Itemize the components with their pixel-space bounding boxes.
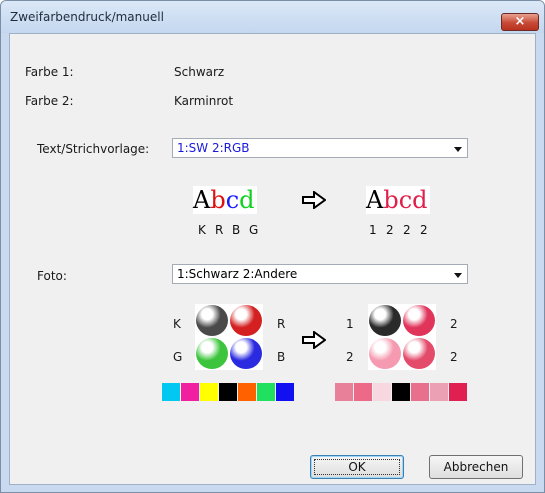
color-swatch — [373, 383, 391, 401]
color-code: B — [232, 223, 241, 237]
color-strip-after — [335, 383, 468, 401]
apple-label-g: G — [173, 350, 183, 364]
text-sample-after: Abcd — [366, 186, 430, 214]
apple-sphere — [230, 338, 262, 369]
focus-indicator — [314, 459, 400, 475]
color-swatch — [354, 383, 372, 401]
photo-mode-select-value: 1:Schwarz 2:Andere — [177, 267, 298, 281]
color-codes-after: 1222 — [369, 223, 437, 237]
color-swatch — [276, 383, 294, 401]
text-mode-select-value: 1:SW 2:RGB — [177, 141, 250, 155]
cancel-button[interactable]: Abbrechen — [429, 455, 523, 479]
color-code: R — [215, 223, 224, 237]
apple-label-2a: 2 — [450, 317, 458, 331]
apple-photo-after — [368, 304, 436, 370]
color-swatch — [162, 383, 180, 401]
text-mode-label: Text/Strichvorlage: — [37, 142, 150, 156]
color-swatch — [335, 383, 353, 401]
color-swatch — [238, 383, 256, 401]
color-code: 2 — [386, 223, 394, 237]
photo-mode-label: Foto: — [37, 269, 67, 283]
color-code: G — [249, 223, 259, 237]
color-swatch — [392, 383, 410, 401]
color-code: 1 — [369, 223, 377, 237]
color-swatch — [257, 383, 275, 401]
apple-sphere — [230, 305, 262, 336]
sample-letter: d — [412, 186, 428, 214]
farbe1-label: Farbe 1: — [25, 65, 74, 79]
color-codes-before: KRBG — [198, 223, 266, 237]
color-code: 2 — [403, 223, 411, 237]
color-code: K — [198, 223, 206, 237]
apple-sphere — [369, 305, 401, 336]
color-swatch — [411, 383, 429, 401]
sample-letters-after: Abcd — [366, 186, 428, 214]
apple-label-2b: 2 — [346, 350, 354, 364]
color-swatch — [430, 383, 448, 401]
color-strip-before — [162, 383, 295, 401]
dialog-window: Zweifarbendruck/manuell × Farbe 1: Schwa… — [0, 0, 545, 493]
sample-letter: b — [210, 186, 226, 214]
sample-letter: c — [398, 186, 413, 214]
cancel-button-label[interactable]: Abbrechen — [444, 460, 509, 474]
ok-button[interactable]: OK — [310, 455, 404, 479]
color-code: 2 — [420, 223, 428, 237]
farbe2-label: Farbe 2: — [25, 94, 74, 108]
sample-letter: d — [239, 186, 255, 214]
sample-letter: A — [193, 186, 211, 214]
sample-letter: b — [383, 186, 399, 214]
text-mode-select[interactable]: 1:SW 2:RGB — [172, 138, 468, 158]
dialog-client-area: Farbe 1: Schwarz Farbe 2: Karminrot Text… — [9, 33, 536, 485]
sample-letter: A — [366, 186, 384, 214]
apple-photo-before — [195, 304, 263, 370]
apple-sphere — [369, 338, 401, 369]
apple-sphere — [196, 305, 228, 336]
right-arrow-icon — [302, 191, 326, 209]
color-swatch — [219, 383, 237, 401]
color-swatch — [181, 383, 199, 401]
sample-letters-before: Abcd — [193, 186, 255, 214]
chevron-down-icon[interactable] — [454, 273, 462, 278]
sample-letter: c — [225, 186, 240, 214]
color-swatch — [449, 383, 467, 401]
close-button[interactable]: × — [501, 13, 539, 31]
apple-label-r: R — [277, 317, 286, 331]
right-arrow-icon — [302, 331, 326, 349]
title-bar: Zweifarbendruck/manuell × — [1, 1, 544, 33]
color-swatch — [200, 383, 218, 401]
apple-sphere — [196, 338, 228, 369]
apple-label-k: K — [173, 317, 181, 331]
apple-label-1: 1 — [346, 317, 354, 331]
window-title: Zweifarbendruck/manuell — [10, 10, 164, 24]
farbe1-value: Schwarz — [174, 65, 225, 79]
apple-label-b: B — [277, 350, 286, 364]
apple-sphere — [403, 305, 435, 336]
apple-sphere — [403, 338, 435, 369]
chevron-down-icon[interactable] — [454, 147, 462, 152]
apple-label-2c: 2 — [450, 350, 458, 364]
farbe2-value: Karminrot — [174, 94, 234, 108]
text-sample-before: Abcd — [193, 186, 257, 214]
close-icon[interactable]: × — [502, 15, 538, 29]
photo-mode-select[interactable]: 1:Schwarz 2:Andere — [172, 264, 468, 284]
